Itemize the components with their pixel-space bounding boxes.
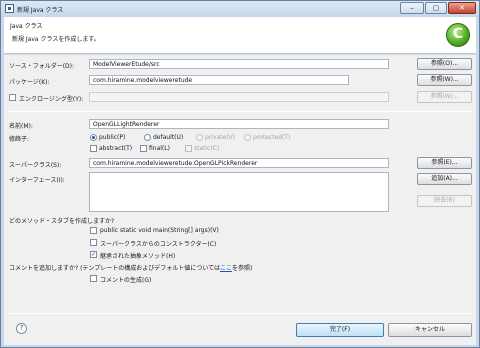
new-class-wizard-icon — [446, 23, 470, 47]
interfaces-label: インターフェース(I): — [9, 177, 65, 184]
public-radio[interactable] — [90, 134, 97, 141]
package-input[interactable]: com.hiramine.modelvieweretude — [89, 75, 349, 85]
inherited-abstract-methods-checkbox[interactable]: ✓ — [90, 251, 97, 258]
private-radio[interactable] — [196, 134, 203, 141]
protected-radio-label: protected(T) — [253, 134, 291, 141]
class-name-input[interactable]: OpenGLLightRenderer — [89, 119, 389, 129]
generate-comments-checkbox[interactable] — [90, 275, 97, 282]
java-class-icon — [5, 4, 14, 13]
final-checkbox-label: final(L) — [149, 145, 170, 152]
protected-radio[interactable] — [244, 134, 251, 141]
main-method-checkbox[interactable] — [90, 227, 97, 234]
footer-separator — [8, 313, 472, 314]
default-radio[interactable] — [144, 134, 151, 141]
name-label: 名前(M): — [9, 123, 33, 130]
templates-preferences-link[interactable]: ここ — [220, 265, 232, 272]
banner-message: 新規 Java クラスを作成します。 — [12, 36, 100, 43]
enclosing-type-browse-button[interactable]: 参照(W)... — [417, 91, 472, 103]
enclosing-type-input[interactable] — [89, 92, 389, 102]
new-java-class-dialog: 新規 Java クラス – ▢ ✕ Java クラス 新規 Java クラスを作… — [0, 0, 480, 348]
abstract-checkbox[interactable] — [90, 145, 97, 152]
finish-button[interactable]: 完了(F) — [296, 323, 384, 337]
wizard-body: ソース・フォルダー(D): ModelViewerEtude/src 参照(O)… — [4, 55, 476, 345]
modifiers-label: 修飾子: — [9, 136, 30, 143]
maximize-icon: ▢ — [432, 4, 440, 12]
separator — [8, 111, 472, 112]
close-icon: ✕ — [459, 4, 465, 12]
inherited-abstract-methods-label: 継承された抽象メソッド(H) — [100, 253, 176, 260]
generate-comments-label: コメントの生成(G) — [100, 277, 152, 284]
source-folder-label: ソース・フォルダー(D): — [9, 63, 75, 70]
help-icon[interactable]: ? — [16, 323, 27, 334]
package-label: パッケージ(K): — [9, 79, 50, 86]
method-stubs-question: どのメソッド・スタブを作成しますか? — [9, 218, 115, 225]
cancel-button[interactable]: キャンセル — [388, 323, 472, 337]
interfaces-list[interactable] — [89, 172, 389, 212]
wizard-banner: Java クラス 新規 Java クラスを作成します。 — [4, 17, 476, 54]
static-checkbox[interactable] — [185, 145, 192, 152]
superclass-label: スーパークラス(S): — [9, 162, 62, 169]
checkmark-icon: ✓ — [91, 251, 97, 258]
maximize-button[interactable]: ▢ — [425, 2, 447, 14]
final-checkbox[interactable] — [140, 145, 147, 152]
banner-title: Java クラス — [10, 23, 43, 30]
minimize-button[interactable]: – — [400, 2, 424, 14]
package-browse-button[interactable]: 参照(W)... — [417, 74, 472, 86]
constructors-checkbox[interactable] — [90, 239, 97, 246]
interfaces-add-button[interactable]: 追加(A)... — [417, 173, 472, 185]
main-method-label: public static void main(String[] args)(V… — [100, 227, 219, 234]
enclosing-type-label: エンクロージング型(Y): — [19, 96, 84, 103]
static-checkbox-label: static(C) — [194, 145, 220, 152]
abstract-checkbox-label: abstract(T) — [99, 145, 133, 152]
window-title: 新規 Java クラス — [17, 7, 64, 14]
title-bar[interactable]: 新規 Java クラス – ▢ ✕ — [1, 1, 479, 17]
private-radio-label: private(V) — [205, 134, 235, 141]
comments-question-suffix: を参照) — [231, 265, 253, 272]
source-folder-input[interactable]: ModelViewerEtude/src — [89, 59, 389, 69]
constructors-label: スーパークラスからのコンストラクター(C) — [100, 241, 217, 248]
superclass-browse-button[interactable]: 参照(E)... — [417, 157, 472, 169]
close-button[interactable]: ✕ — [448, 2, 476, 14]
default-radio-label: default(U) — [153, 134, 184, 141]
comments-question: コメントを追加しますか? (テンプレートの構成およびデフォルト値についてはここを… — [9, 263, 252, 272]
public-radio-label: public(P) — [99, 134, 126, 141]
comments-question-text: コメントを追加しますか? (テンプレートの構成およびデフォルト値については — [9, 265, 220, 272]
minimize-icon: – — [410, 4, 414, 12]
enclosing-type-checkbox[interactable] — [9, 94, 16, 101]
interfaces-remove-button[interactable]: 除去(R) — [417, 195, 472, 207]
source-folder-browse-button[interactable]: 参照(O)... — [417, 58, 472, 70]
superclass-input[interactable]: com.hiramine.modelvieweretude.OpenGLPick… — [89, 158, 389, 168]
